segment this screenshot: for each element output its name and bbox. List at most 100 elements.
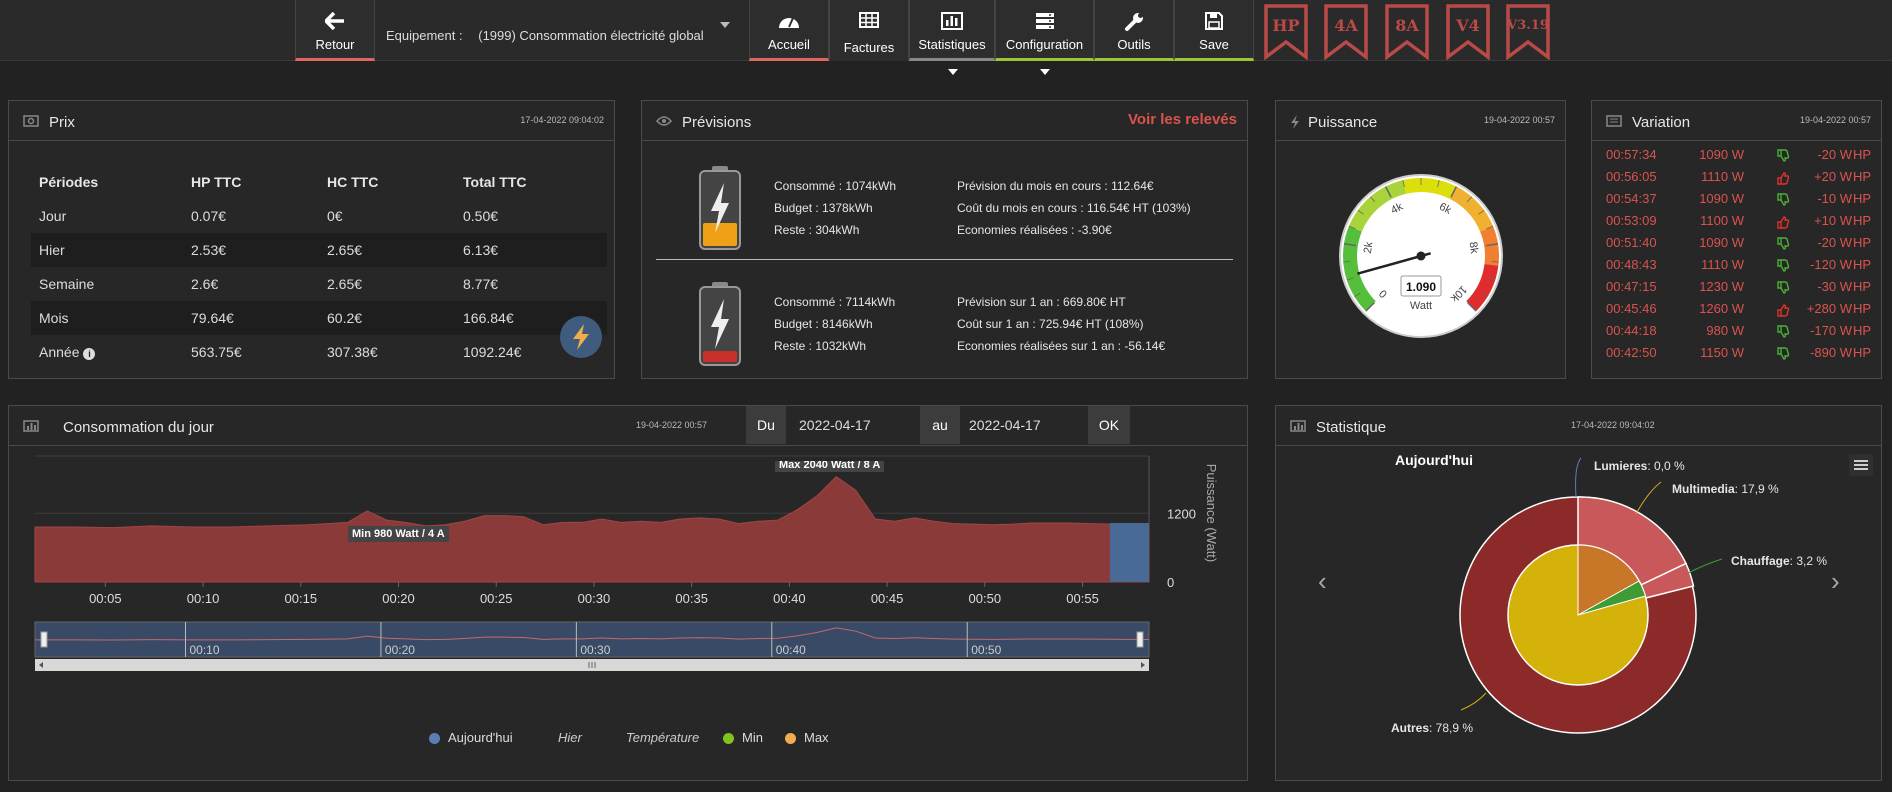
nav-accueil[interactable]: Accueil [749,0,829,61]
prix-cell: 60.2€ [319,301,455,335]
variation-watt: 1090 W [1699,235,1744,250]
y-axis-label: Puissance (Watt) [1204,464,1219,563]
pie-label-value: : 17,9 % [1734,482,1779,496]
puissance-date: 19-04-2022 00:57 [1483,115,1555,125]
variation-time: 00:51:40 [1606,235,1657,250]
nav-configuration-label: Configuration [1005,37,1084,52]
prix-annee-label: Année [39,344,80,360]
voir-releves-link[interactable]: Voir les relevés [1128,111,1237,128]
variation-row: 00:56:05 1110 W +20 W HP [1592,167,1881,189]
configuration-caret-icon[interactable] [1040,69,1050,75]
y-tick-label: 0 [1167,575,1174,590]
lightning-icon [1291,115,1299,129]
ok-button[interactable]: OK [1088,406,1130,444]
prix-col-header: HC TTC [327,174,379,190]
gauge-tick [1491,261,1499,263]
prix-cell: 8.77€ [463,276,499,292]
pie-label-name: Multimedia [1672,482,1735,496]
date-to-field[interactable]: 2022-04-17 [969,406,1089,444]
flash-button[interactable] [560,316,602,358]
prix-cell: 563.75€ [191,344,242,360]
statistique-header: Statistique 17-04-2022 09:04:02 [1276,406,1881,446]
variation-watt: 1230 W [1699,279,1744,294]
badge-version-label: V3.19 [1507,18,1549,33]
nav-configuration[interactable]: Configuration [995,0,1094,61]
prix-cell: Mois [31,301,183,335]
variation-time: 00:56:05 [1606,169,1657,184]
variation-row: 00:51:40 1090 W -20 W HP [1592,233,1881,255]
equipment-label: Equipement : [386,28,463,43]
legend-temperature[interactable]: Température [626,730,699,745]
chart-series [34,475,1150,583]
statistique-title: Statistique [1316,419,1387,436]
prix-col-header: HP TTC [191,174,242,190]
equipment-selector[interactable]: Equipement : (1999) Consommation électri… [386,28,704,43]
prev-reste: Reste : 304kWh [774,223,860,237]
legend-max[interactable]: Max [804,730,829,745]
series-area-hier [34,475,1150,583]
prix-cell: 0€ [327,208,343,224]
pie-label-value: : 0,0 % [1647,459,1685,473]
bar-chart-icon [23,420,39,432]
equipment-value: (1999) Consommation électricité global [478,28,704,43]
prevision-year-left: Consommé : 7114kWh Budget : 8146kWh Rest… [774,291,895,357]
pie-label-autres: Autres: 78,9 % [1391,721,1473,735]
y-axis-ticks: 0 1200 [1167,506,1196,590]
legend-hier[interactable]: Hier [558,730,582,745]
prix-col-header: Périodes [39,174,99,190]
prev-consomme: Consommé : 1074kWh [774,179,897,193]
variation-watt: 1100 W [1700,213,1744,228]
badge-hp-label: HP [1272,16,1300,35]
previsions-header: Prévisions Voir les relevés [642,101,1247,141]
table-icon [859,12,879,28]
nav-accueil-label: Accueil [768,37,810,52]
statistiques-caret-icon[interactable] [948,69,958,75]
prev-budget: Budget : 1378kWh [774,201,873,215]
prix-cell: 2.65€ [319,233,455,267]
prix-table: Périodes HP TTC HC TTC Total TTC Jour 0.… [31,165,607,369]
legend-min[interactable]: Min [742,730,763,745]
nav-outils[interactable]: Outils [1094,0,1174,61]
badge-4a-label: 4A [1334,16,1358,35]
prix-cell: 0.07€ [191,208,227,224]
nav-save[interactable]: Save [1174,0,1254,61]
legend-max-dot [785,733,796,744]
navigator-tick-label: 00:40 [776,643,806,657]
badge-8a: 8A [1385,4,1429,61]
previsions-panel: Prévisions Voir les relevés Consommé : 1… [641,100,1248,379]
floppy-icon [1205,12,1223,30]
gauge-tick-label: 2k [1362,241,1376,255]
navigator-tick-label: 00:20 [385,643,415,657]
navigator-handle-right[interactable] [1136,631,1144,648]
equipment-dropdown-icon[interactable] [720,22,730,28]
prix-cell: 2.53€ [183,233,319,267]
gauge-hub [1416,251,1426,261]
list-icon [1606,115,1622,127]
x-tick-label: 00:55 [1066,591,1099,606]
navigator-tick-label: 00:50 [971,643,1001,657]
pie-label-name: Chauffage [1731,554,1790,568]
legend-today[interactable]: Aujourd'hui [448,730,513,745]
lightning-icon [573,324,589,350]
gauge-unit: Watt [1410,300,1432,312]
variation-time: 00:44:18 [1606,323,1657,338]
prev-reste: Reste : 1032kWh [774,339,867,353]
x-tick-label: 00:50 [969,591,1002,606]
leader-line [1575,457,1582,498]
date-from-field[interactable]: 2022-04-17 [799,406,919,444]
chart-navigator[interactable]: 00:10 00:20 00:30 00:40 00:50 [34,621,1150,671]
variation-tarif: HP [1852,301,1871,316]
x-tick-label: 00:10 [187,591,220,606]
thumb-down-icon [1777,237,1790,250]
navigator-handle-left[interactable] [40,631,48,648]
gauge-tick-label: 8k [1467,241,1481,255]
variation-row: 00:42:50 1150 W -890 W HP [1592,343,1881,365]
nav-statistiques[interactable]: Statistiques [909,0,995,61]
nav-factures[interactable]: Factures [829,0,909,61]
info-icon[interactable]: i [83,348,96,360]
variation-time: 00:47:15 [1606,279,1657,294]
divider [656,259,1233,260]
variation-watt: 1150 W [1700,345,1744,360]
variation-time: 00:54:37 [1606,191,1657,206]
back-button[interactable]: Retour [295,0,375,61]
